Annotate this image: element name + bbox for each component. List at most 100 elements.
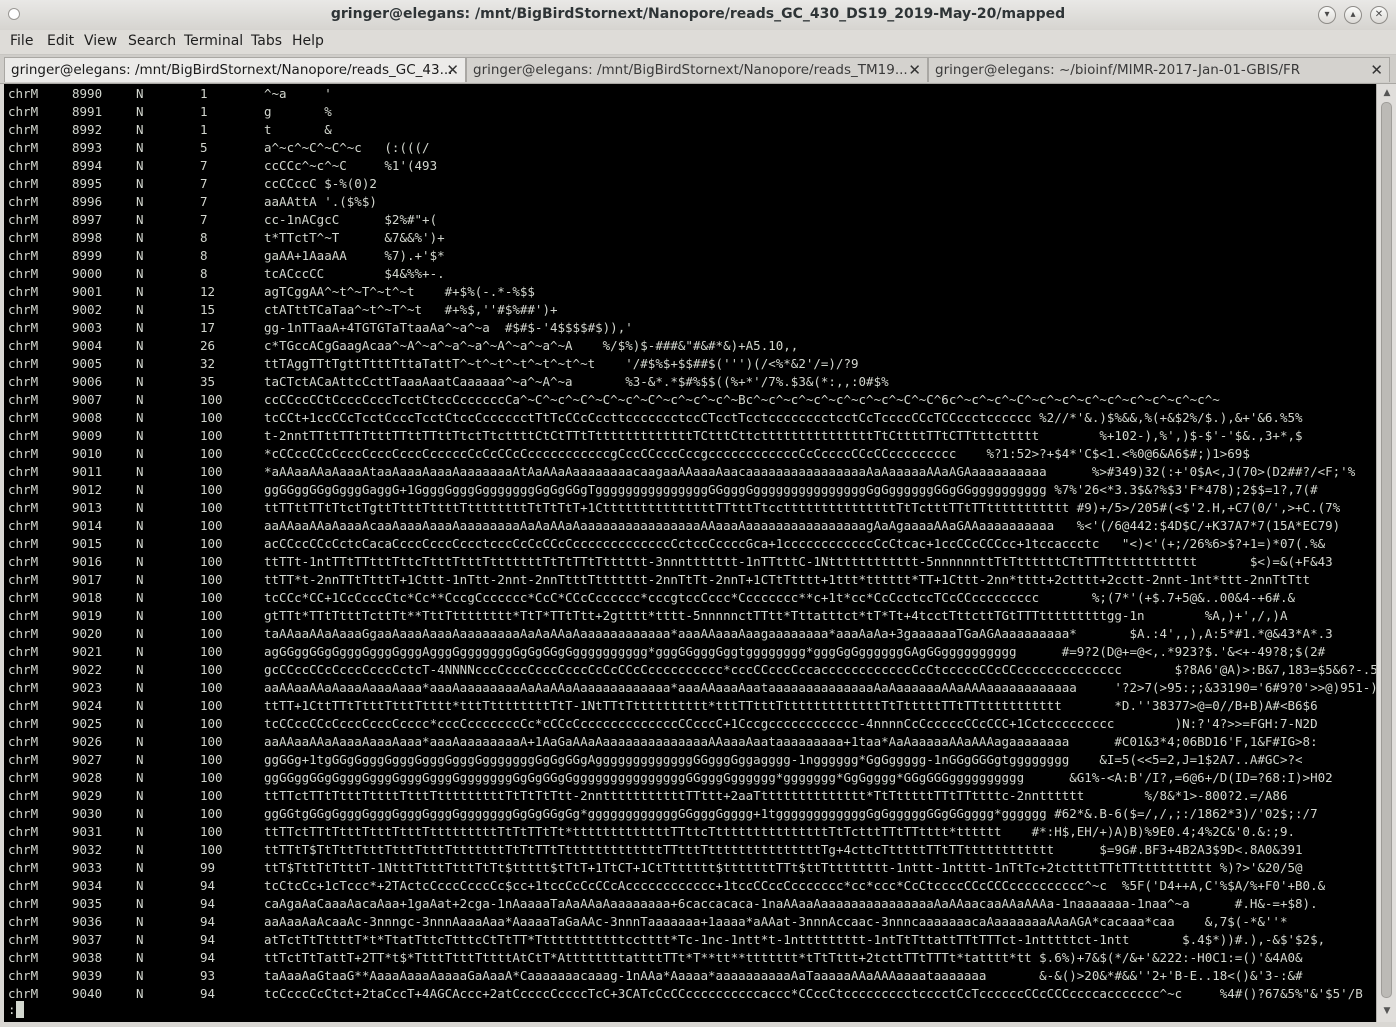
pileup-depth: 8 <box>200 266 208 281</box>
pileup-position: 9026 <box>72 734 103 749</box>
pileup-depth: 100 <box>200 410 223 425</box>
pileup-depth: 32 <box>200 356 216 371</box>
menu-terminal[interactable]: Terminal <box>184 33 243 49</box>
tab-1[interactable]: gringer@elegans: /mnt/BigBirdStornext/Na… <box>4 57 466 82</box>
pileup-depth: 7 <box>200 212 208 227</box>
pileup-depth: 100 <box>200 752 223 767</box>
close-window-icon[interactable]: ✕ <box>1370 6 1388 24</box>
pileup-bases-quals: ttTT+1CttTTtTtttTtttTtttt*tttTttttttttTt… <box>264 698 1318 713</box>
pileup-chrom: chrM <box>8 824 39 839</box>
maximize-icon[interactable]: ▴ <box>1344 6 1362 24</box>
pileup-bases-quals: ttTctTtTattT+2TT*t$*TtttTtttTttttAtCtT*A… <box>264 950 1303 965</box>
pileup-bases-quals: gaAA+1AaaAA %7).+'$* <box>264 248 445 263</box>
pileup-position: 9018 <box>72 590 103 605</box>
pileup-ref-base: N <box>136 608 144 623</box>
close-tab-2-icon[interactable]: ✕ <box>908 61 921 79</box>
pileup-ref-base: N <box>136 842 144 857</box>
pileup-chrom: chrM <box>8 428 39 443</box>
pileup-position: 8990 <box>72 86 103 101</box>
pileup-chrom: chrM <box>8 788 39 803</box>
pileup-position: 8992 <box>72 122 103 137</box>
pileup-ref-base: N <box>136 338 144 353</box>
pileup-chrom: chrM <box>8 716 39 731</box>
pileup-depth: 35 <box>200 374 216 389</box>
menu-bar: File Edit View Search Terminal Tabs Help <box>0 30 1396 55</box>
pileup-ref-base: N <box>136 824 144 839</box>
pileup-ref-base: N <box>136 176 144 191</box>
prompt-text: : <box>8 1002 16 1017</box>
pileup-position: 9007 <box>72 392 103 407</box>
pileup-depth: 99 <box>200 860 216 875</box>
pileup-bases-quals: t-2nntTTttTTtTtttTTttTTttTtctTtcttttCtCt… <box>264 428 1303 443</box>
pileup-depth: 100 <box>200 824 223 839</box>
pileup-ref-base: N <box>136 734 144 749</box>
scrollbar-thumb[interactable] <box>1381 102 1392 998</box>
pileup-position: 9034 <box>72 878 103 893</box>
window-bottom-edge <box>0 1022 1396 1027</box>
pileup-position: 9017 <box>72 572 103 587</box>
menu-search[interactable]: Search <box>128 33 176 49</box>
pileup-ref-base: N <box>136 140 144 155</box>
tab-2[interactable]: gringer@elegans: /mnt/BigBirdStornext/Na… <box>466 57 928 82</box>
pileup-chrom: chrM <box>8 212 39 227</box>
pileup-bases-quals: agGGggGGgGgggGgggGgggAgggGgggggggGgGgGGg… <box>264 644 1326 659</box>
pileup-bases-quals: t & <box>264 122 332 137</box>
pileup-position: 9009 <box>72 428 103 443</box>
pileup-depth: 1 <box>200 122 208 137</box>
pileup-position: 8996 <box>72 194 103 209</box>
pileup-chrom: chrM <box>8 356 39 371</box>
pileup-ref-base: N <box>136 500 144 515</box>
pileup-ref-base: N <box>136 320 144 335</box>
pileup-chrom: chrM <box>8 482 39 497</box>
scroll-down-icon[interactable]: ▼ <box>1380 1005 1394 1017</box>
pager-prompt[interactable]: : <box>8 1001 24 1019</box>
menu-help[interactable]: Help <box>292 33 324 49</box>
pileup-bases-quals: ttT$TttTtTtttT-1NtttTtttTtttTtTt$ttttt$t… <box>264 860 1303 875</box>
pileup-depth: 100 <box>200 572 223 587</box>
pileup-ref-base: N <box>136 968 144 983</box>
pileup-chrom: chrM <box>8 374 39 389</box>
pileup-position: 9036 <box>72 914 103 929</box>
pileup-ref-base: N <box>136 860 144 875</box>
pileup-ref-base: N <box>136 554 144 569</box>
pileup-depth: 100 <box>200 554 223 569</box>
pileup-position: 9012 <box>72 482 103 497</box>
pileup-ref-base: N <box>136 86 144 101</box>
pileup-ref-base: N <box>136 104 144 119</box>
pileup-bases-quals: ccCCc^~c^~C %1'(493 <box>264 158 438 173</box>
pileup-ref-base: N <box>136 644 144 659</box>
menu-tabs[interactable]: Tabs <box>251 33 282 49</box>
tab-3[interactable]: gringer@elegans: ~/bioinf/MIMR-2017-Jan-… <box>928 57 1390 82</box>
pileup-depth: 100 <box>200 626 223 641</box>
pileup-ref-base: N <box>136 698 144 713</box>
pileup-ref-base: N <box>136 662 144 677</box>
pileup-depth: 100 <box>200 590 223 605</box>
menu-view[interactable]: View <box>84 33 117 49</box>
pileup-bases-quals: tcACccCC $4&%%+-. <box>264 266 445 281</box>
pileup-bases-quals: gg-1nTTaaA+4TGTGTaTtaaAa^~a^~a #$#$-'4$$… <box>264 320 633 335</box>
terminal-output[interactable]: chrM 8990 N 1 ^~a ' chrM 8991 N 1 g % chrM 8992 N 1 t … <box>4 84 1376 1022</box>
close-tab-1-icon[interactable]: ✕ <box>446 61 459 79</box>
pileup-position: 9022 <box>72 662 103 677</box>
minimize-icon[interactable]: ▾ <box>1318 6 1336 24</box>
pileup-position: 9023 <box>72 680 103 695</box>
close-tab-3-icon[interactable]: ✕ <box>1370 61 1383 79</box>
cursor <box>15 1001 24 1018</box>
menu-file[interactable]: File <box>10 33 33 49</box>
pileup-chrom: chrM <box>8 302 39 317</box>
pileup-ref-base: N <box>136 932 144 947</box>
pileup-ref-base: N <box>136 986 144 1001</box>
pileup-position: 9001 <box>72 284 103 299</box>
pileup-chrom: chrM <box>8 914 39 929</box>
scroll-up-icon[interactable]: ▲ <box>1380 87 1394 99</box>
pileup-depth: 8 <box>200 230 208 245</box>
pileup-ref-base: N <box>136 284 144 299</box>
scrollbar[interactable]: ▲ ▼ <box>1376 84 1396 1022</box>
pileup-depth: 94 <box>200 878 216 893</box>
pileup-ref-base: N <box>136 896 144 911</box>
pileup-chrom: chrM <box>8 860 39 875</box>
pileup-ref-base: N <box>136 158 144 173</box>
pileup-depth: 100 <box>200 518 223 533</box>
pileup-depth: 100 <box>200 716 223 731</box>
menu-edit[interactable]: Edit <box>47 33 74 49</box>
